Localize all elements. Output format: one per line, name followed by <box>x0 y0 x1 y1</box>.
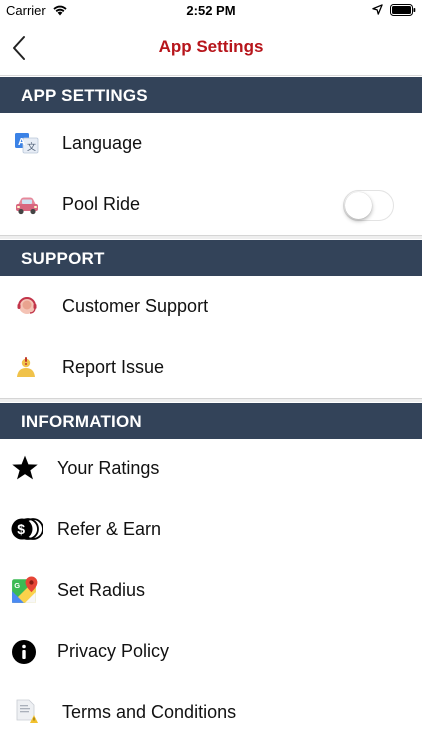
set-radius-label: Set Radius <box>57 580 146 600</box>
report-issue-label: Report Issue <box>62 357 165 377</box>
settings-row-terms-conditions[interactable]: Terms and Conditions <box>0 682 422 743</box>
section-header-information: INFORMATION <box>0 403 422 439</box>
privacy-policy-label: Privacy Policy <box>57 641 170 661</box>
location-arrow-icon <box>372 4 383 15</box>
car-icon <box>16 197 38 215</box>
language-label: Language <box>62 133 143 153</box>
settings-row-set-radius[interactable]: G Set Radius <box>0 560 422 621</box>
your-ratings-label: Your Ratings <box>57 458 160 478</box>
document-icon <box>16 699 38 723</box>
customer-support-label: Customer Support <box>62 296 209 316</box>
status-bar: Carrier 2:52 PM <box>0 0 422 22</box>
map-pin-icon: G <box>12 576 38 603</box>
translate-icon: A 文 <box>15 133 39 154</box>
support-agent-icon <box>17 297 37 314</box>
section-divider <box>0 235 422 239</box>
svg-text:文: 文 <box>27 141 36 153</box>
report-person-icon <box>17 357 35 377</box>
pool-ride-toggle[interactable] <box>343 190 394 221</box>
svg-text:G: G <box>14 581 20 590</box>
settings-row-refer-earn[interactable]: $ Refer & Earn <box>0 499 422 560</box>
section-header-support: SUPPORT <box>0 240 422 276</box>
settings-row-report-issue[interactable]: Report Issue <box>0 337 422 398</box>
settings-row-customer-support[interactable]: Customer Support <box>0 276 422 337</box>
svg-text:A: A <box>18 137 25 148</box>
page-title: App Settings <box>158 37 264 56</box>
star-icon <box>12 455 38 480</box>
battery-icon <box>390 4 416 16</box>
navigation-bar: App Settings <box>0 22 422 76</box>
coins-icon: $ <box>11 518 43 540</box>
svg-text:$: $ <box>17 521 25 537</box>
info-icon <box>12 640 36 664</box>
status-time: 2:52 PM <box>186 3 236 18</box>
settings-row-pool-ride[interactable]: Pool Ride <box>0 174 422 235</box>
terms-conditions-label: Terms and Conditions <box>62 702 237 722</box>
settings-row-your-ratings[interactable]: Your Ratings <box>0 438 422 499</box>
section-divider <box>0 398 422 402</box>
settings-row-language[interactable]: A 文 Language <box>0 113 422 174</box>
settings-row-privacy-policy[interactable]: Privacy Policy <box>0 621 422 682</box>
toggle-knob <box>345 192 372 219</box>
section-header-app-settings: APP SETTINGS <box>0 77 422 113</box>
app-settings-screen: Carrier 2:52 PM App Settings APP SETTING… <box>0 0 422 750</box>
pool-ride-label: Pool Ride <box>62 194 141 214</box>
refer-earn-label: Refer & Earn <box>57 519 162 539</box>
